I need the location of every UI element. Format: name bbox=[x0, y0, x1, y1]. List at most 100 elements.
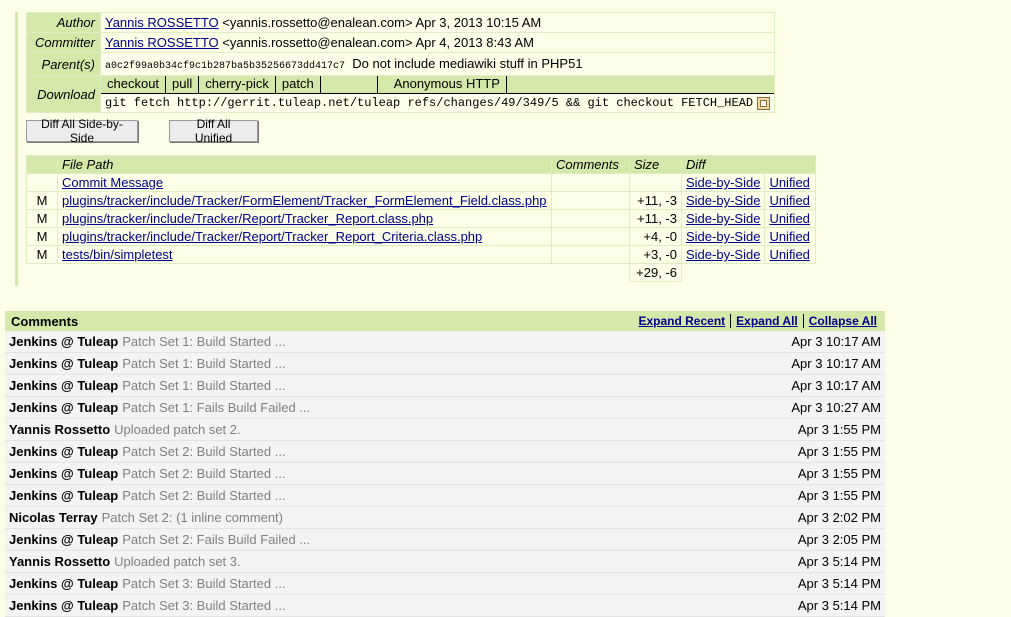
download-scheme[interactable]: Anonymous HTTP bbox=[378, 76, 507, 93]
comment-row[interactable]: Jenkins @ Tuleap Patch Set 2: Fails Build… bbox=[5, 529, 885, 551]
comment-row[interactable]: Jenkins @ Tuleap Patch Set 1: Build Start… bbox=[5, 331, 885, 353]
comment-summary: Patch Set 2: Fails Build Failed ... bbox=[122, 532, 311, 547]
unified-link[interactable]: Unified bbox=[769, 175, 809, 190]
comments-title: Comments bbox=[11, 313, 79, 329]
comment-author: Yannis Rossetto bbox=[9, 554, 111, 569]
comment-date: Apr 3 10:17 AM bbox=[791, 378, 881, 393]
comment-row[interactable]: Jenkins @ Tuleap Patch Set 1: Build Start… bbox=[5, 353, 885, 375]
side-by-side-link[interactable]: Side-by-Side bbox=[686, 211, 760, 226]
file-size: +3, -0 bbox=[629, 245, 682, 264]
left-accent-bar bbox=[15, 12, 18, 286]
comment-date: Apr 3 10:27 AM bbox=[791, 400, 881, 415]
file-diff-unified-cell: Unified bbox=[764, 245, 817, 264]
download-tab-cherry-pick[interactable]: cherry-pick bbox=[199, 76, 276, 93]
comment-date: Apr 3 5:14 PM bbox=[797, 598, 881, 613]
comment-author: Jenkins @ Tuleap bbox=[9, 576, 119, 591]
comment-author: Jenkins @ Tuleap bbox=[9, 488, 119, 503]
file-size bbox=[629, 173, 682, 192]
comment-row[interactable]: Jenkins @ Tuleap Patch Set 2: Build Start… bbox=[5, 441, 885, 463]
file-diff-unified-cell: Unified bbox=[764, 209, 817, 228]
comment-row[interactable]: Jenkins @ Tuleap Patch Set 3: Build Start… bbox=[5, 573, 885, 595]
collapse-all-link[interactable]: Collapse All bbox=[809, 314, 877, 328]
comment-summary: Patch Set 2: Build Started ... bbox=[122, 466, 286, 481]
file-mode: M bbox=[26, 191, 58, 210]
comment-summary: Patch Set 3: Build Started ... bbox=[122, 598, 286, 613]
download-label: Download bbox=[26, 75, 101, 113]
comment-date: Apr 3 1:55 PM bbox=[797, 422, 881, 437]
comment-row[interactable]: Jenkins @ Tuleap Patch Set 2: Build Start… bbox=[5, 463, 885, 485]
comment-summary: Patch Set 1: Build Started ... bbox=[122, 334, 286, 349]
comment-author: Jenkins @ Tuleap bbox=[9, 356, 119, 371]
comment-summary: Patch Set 1: Fails Build Failed ... bbox=[122, 400, 311, 415]
download-command[interactable]: git fetch http://gerrit.tuleap.net/tulea… bbox=[105, 96, 753, 110]
comment-row[interactable]: Nicolas Terray Patch Set 2: (1 inline com… bbox=[5, 507, 885, 529]
comment-summary: Patch Set 2: (1 inline comment) bbox=[101, 510, 283, 525]
download-value: checkout pull cherry-pick patch Anonymou… bbox=[99, 75, 776, 113]
comment-row[interactable]: Jenkins @ Tuleap Patch Set 3: Build Start… bbox=[5, 595, 885, 617]
download-tab-checkout[interactable]: checkout bbox=[101, 76, 167, 93]
file-path-cell: plugins/tracker/include/Tracker/Report/T… bbox=[57, 227, 552, 246]
download-tab-patch[interactable]: patch bbox=[276, 76, 321, 93]
file-path-link[interactable]: Commit Message bbox=[62, 175, 163, 190]
comment-author: Yannis Rossetto bbox=[9, 422, 111, 437]
side-by-side-link[interactable]: Side-by-Side bbox=[686, 175, 760, 190]
comment-author: Jenkins @ Tuleap bbox=[9, 532, 119, 547]
total-size: +29, -6 bbox=[629, 263, 682, 282]
comment-row[interactable]: Yannis Rossetto Uploaded patch set 2. Apr … bbox=[5, 419, 885, 441]
file-size: +11, -3 bbox=[629, 209, 682, 228]
committer-link[interactable]: Yannis ROSSETTO bbox=[105, 35, 219, 50]
file-table-header: File Path Comments Size Diff bbox=[26, 155, 817, 174]
parent-hash[interactable]: a0c2f99a0b34cf9c1b287ba5b35256673dd417c7 bbox=[105, 61, 345, 72]
committer-email-date: <yannis.rossetto@enalean.com> Apr 4, 201… bbox=[222, 35, 534, 50]
comment-author: Jenkins @ Tuleap bbox=[9, 334, 119, 349]
file-path-link[interactable]: plugins/tracker/include/Tracker/FormElem… bbox=[62, 193, 547, 208]
file-row: M plugins/tracker/include/Tracker/Report… bbox=[26, 209, 817, 228]
comment-summary: Patch Set 2: Build Started ... bbox=[122, 444, 286, 459]
file-list-table: File Path Comments Size Diff Commit Mess… bbox=[26, 155, 817, 282]
diff-all-side-by-side-button[interactable]: Diff All Side-by-Side bbox=[26, 117, 138, 145]
comment-author: Jenkins @ Tuleap bbox=[9, 444, 119, 459]
file-row: M tests/bin/simpletest +3, -0 Side-by-Si… bbox=[26, 245, 817, 264]
comment-row[interactable]: Yannis Rossetto Uploaded patch set 3. Apr … bbox=[5, 551, 885, 573]
unified-link[interactable]: Unified bbox=[769, 229, 809, 244]
clipboard-icon[interactable] bbox=[757, 96, 771, 110]
comment-date: Apr 3 1:55 PM bbox=[797, 488, 881, 503]
file-path-link[interactable]: tests/bin/simpletest bbox=[62, 247, 173, 262]
file-size: +4, -0 bbox=[629, 227, 682, 246]
header-diff: Diff bbox=[680, 155, 765, 174]
expand-all-link[interactable]: Expand All bbox=[736, 314, 798, 328]
header-size: Size bbox=[629, 155, 682, 174]
unified-link[interactable]: Unified bbox=[769, 211, 809, 226]
download-tab-pull[interactable]: pull bbox=[166, 76, 200, 93]
comment-row[interactable]: Jenkins @ Tuleap Patch Set 1: Fails Build… bbox=[5, 397, 885, 419]
side-by-side-link[interactable]: Side-by-Side bbox=[686, 247, 760, 262]
file-path-cell: Commit Message bbox=[57, 173, 552, 192]
committer-label: Committer bbox=[26, 32, 101, 53]
expand-recent-link[interactable]: Expand Recent bbox=[638, 314, 725, 328]
empty-cell bbox=[27, 264, 58, 282]
file-mode bbox=[26, 173, 58, 192]
file-diff-unified-cell: Unified bbox=[764, 191, 817, 210]
diff-all-unified-button[interactable]: Diff All Unified bbox=[169, 117, 258, 145]
author-link[interactable]: Yannis ROSSETTO bbox=[105, 15, 219, 30]
parent-value: a0c2f99a0b34cf9c1b287ba5b35256673dd417c7… bbox=[99, 52, 776, 76]
file-comments bbox=[551, 173, 630, 192]
comment-summary: Uploaded patch set 3. bbox=[114, 554, 241, 569]
file-path-link[interactable]: plugins/tracker/include/Tracker/Report/T… bbox=[62, 229, 482, 244]
unified-link[interactable]: Unified bbox=[769, 193, 809, 208]
comment-summary: Patch Set 1: Build Started ... bbox=[122, 378, 286, 393]
comment-date: Apr 3 10:17 AM bbox=[791, 356, 881, 371]
file-total-row: +29, -6 bbox=[27, 263, 816, 282]
comment-summary: Uploaded patch set 2. bbox=[114, 422, 241, 437]
comment-row[interactable]: Jenkins @ Tuleap Patch Set 2: Build Start… bbox=[5, 485, 885, 507]
file-path-link[interactable]: plugins/tracker/include/Tracker/Report/T… bbox=[62, 211, 433, 226]
comment-author: Jenkins @ Tuleap bbox=[9, 466, 119, 481]
side-by-side-link[interactable]: Side-by-Side bbox=[686, 229, 760, 244]
comment-row[interactable]: Jenkins @ Tuleap Patch Set 1: Build Start… bbox=[5, 375, 885, 397]
side-by-side-link[interactable]: Side-by-Side bbox=[686, 193, 760, 208]
header-mode bbox=[26, 155, 58, 174]
unified-link[interactable]: Unified bbox=[769, 247, 809, 262]
file-diff-unified-cell: Unified bbox=[764, 173, 817, 192]
parent-message: Do not include mediawiki stuff in PHP51 bbox=[352, 56, 583, 71]
author-email-date: <yannis.rossetto@enalean.com> Apr 3, 201… bbox=[222, 15, 542, 30]
